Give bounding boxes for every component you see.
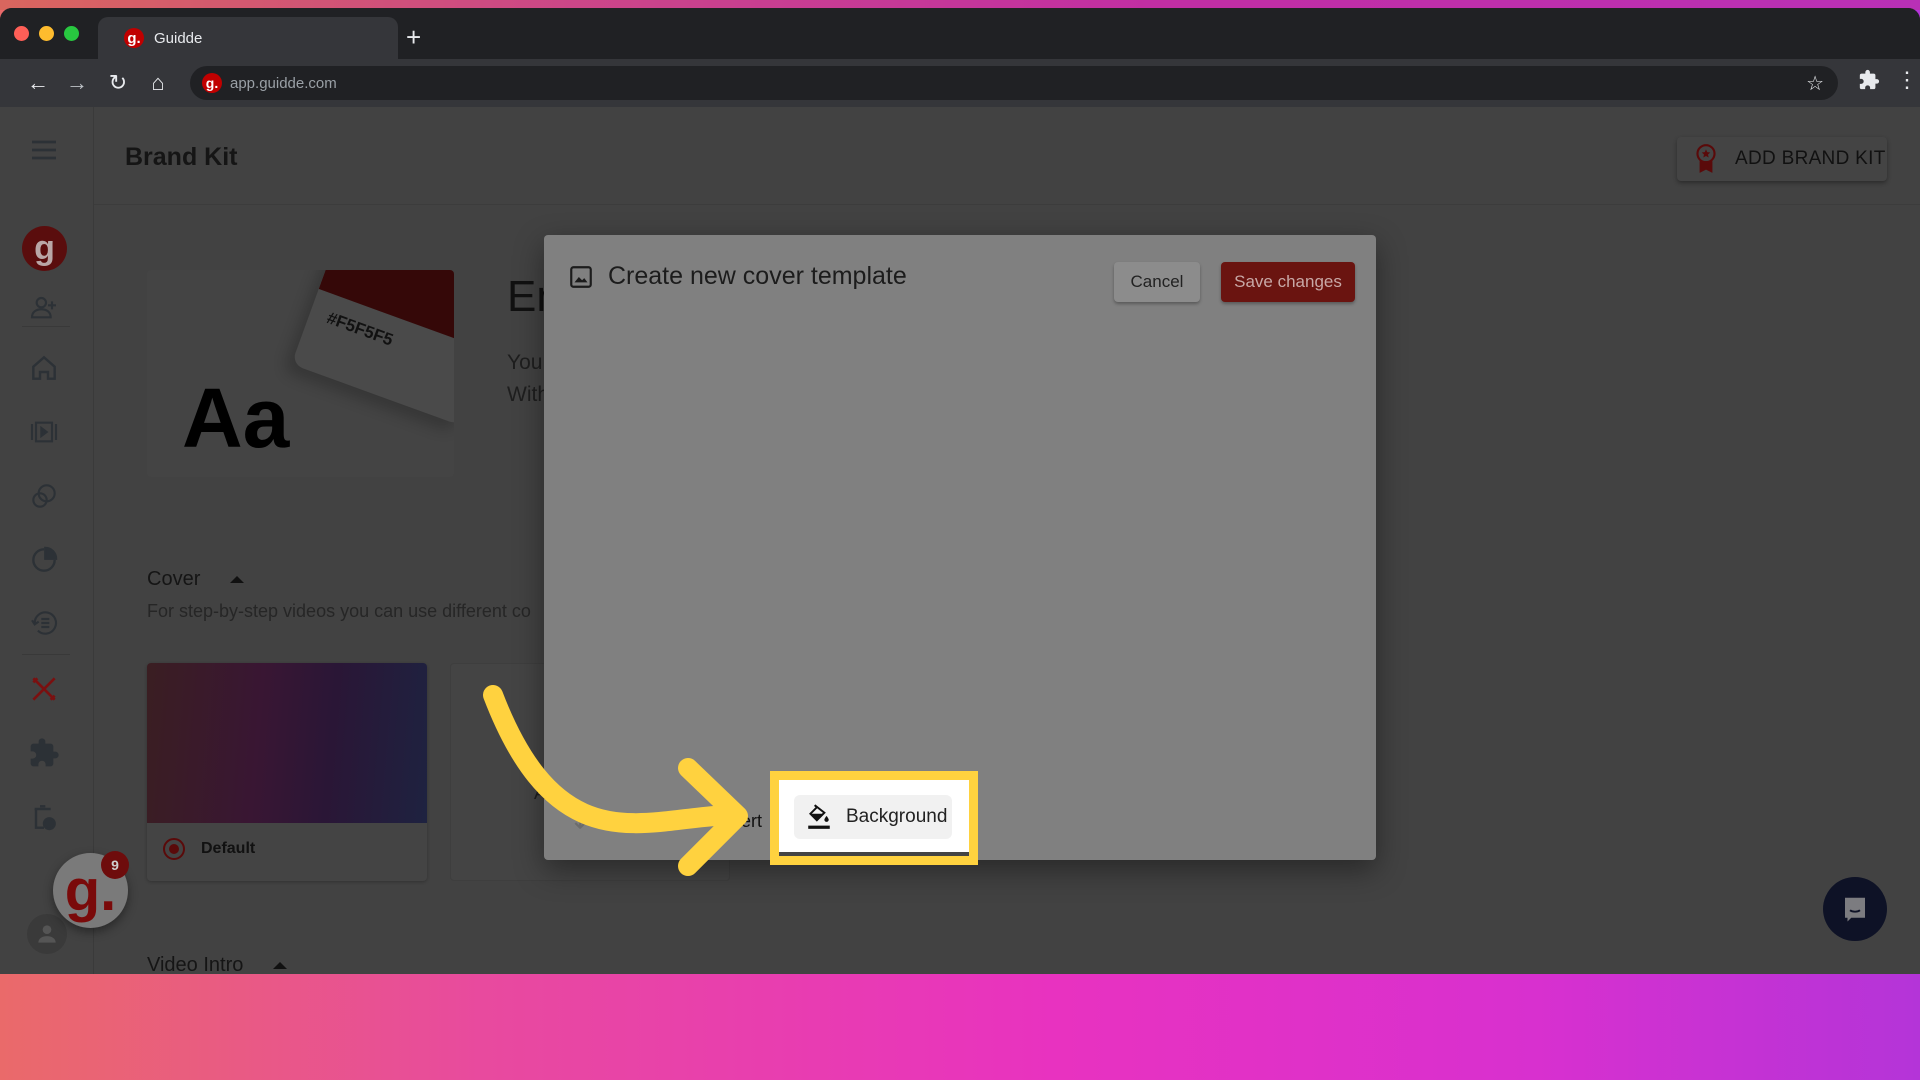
insert-button-partial[interactable]: sert <box>732 811 762 832</box>
back-icon[interactable]: ← <box>24 69 52 97</box>
cover-section-title: Cover <box>147 568 201 590</box>
background-button-label: Background <box>846 806 948 827</box>
close-window-button[interactable] <box>14 26 29 41</box>
save-changes-button[interactable]: Save changes <box>1221 262 1355 302</box>
browser-tab[interactable]: g. Guidde <box>98 17 398 59</box>
dialog-title: Create new cover template <box>608 262 907 290</box>
background-button[interactable]: Background <box>794 795 952 839</box>
sidebar-divider <box>22 326 70 327</box>
background-button-highlight: Background <box>770 771 978 865</box>
circles-icon[interactable] <box>22 474 66 518</box>
workspace-logo[interactable]: g <box>22 226 67 271</box>
header-divider <box>94 204 1920 205</box>
color-swatch: #F5F5F5 <box>291 270 454 426</box>
award-ribbon-icon <box>1696 144 1716 173</box>
cover-gradient-preview <box>147 663 427 823</box>
user-avatar[interactable] <box>27 914 67 954</box>
puzzle-icon[interactable] <box>22 731 66 775</box>
brand-preview-card: #F5F5F5 Aa <box>147 270 454 477</box>
brand-description-line: With <box>507 383 549 406</box>
video-intro-title: Video Intro <box>147 954 244 974</box>
video-intro-section-header[interactable]: Video Intro <box>147 954 288 974</box>
bookmark-star-icon[interactable]: ☆ <box>1806 71 1824 96</box>
person-add-icon[interactable] <box>22 286 66 330</box>
video-library-icon[interactable] <box>22 410 66 454</box>
collapse-caret-icon[interactable] <box>230 576 245 584</box>
extensions-puzzle-icon[interactable] <box>1858 69 1880 97</box>
browser-menu-icon[interactable]: ⋮ <box>1896 69 1918 91</box>
sidebar: g <box>0 107 94 974</box>
notification-badge: 9 <box>101 851 129 879</box>
underlying-text-partial: A <box>534 783 547 803</box>
guidde-favicon-icon: g. <box>124 28 144 48</box>
tab-strip: g. Guidde + <box>0 8 1920 59</box>
cover-card-default[interactable]: Default <box>147 663 427 881</box>
radio-dot <box>169 844 179 854</box>
cancel-button[interactable]: Cancel <box>1114 262 1200 302</box>
radio-selected[interactable] <box>163 838 185 860</box>
swatch-hex-label: #F5F5F5 <box>324 308 396 350</box>
new-tab-button[interactable]: + <box>406 24 421 50</box>
home-icon[interactable]: ⌂ <box>144 69 172 97</box>
tab-title: Guidde <box>154 29 203 47</box>
design-tools-icon[interactable] <box>22 667 66 711</box>
cover-option[interactable]: Default <box>163 838 255 860</box>
history-list-icon[interactable] <box>22 601 66 645</box>
maximize-window-button[interactable] <box>64 26 79 41</box>
dialog-header: Create new cover template <box>568 262 907 291</box>
add-brand-kit-label: ADD BRAND KIT <box>1735 148 1886 169</box>
undo-icon[interactable]: ↶ <box>574 810 596 841</box>
pie-chart-icon[interactable] <box>22 538 66 582</box>
trash-clock-icon[interactable] <box>22 795 66 839</box>
cover-section-header[interactable]: Cover <box>147 568 245 591</box>
image-icon <box>570 265 592 288</box>
minimize-window-button[interactable] <box>39 26 54 41</box>
brand-description: You With <box>507 347 549 411</box>
font-sample: Aa <box>182 371 290 465</box>
add-brand-kit-button[interactable]: ADD BRAND KIT <box>1677 137 1887 181</box>
url-text[interactable]: app.guidde.com <box>230 75 337 92</box>
paint-bucket-icon <box>808 804 830 829</box>
collapse-caret-icon[interactable] <box>273 962 288 970</box>
cover-section-description: For step-by-step videos you can use diff… <box>147 601 531 621</box>
chat-support-button[interactable] <box>1823 877 1887 941</box>
create-cover-template-dialog: A Create new cover template Cancel Save … <box>534 235 1376 860</box>
site-favicon-icon: g. <box>202 73 222 93</box>
brand-description-line: You <box>507 351 543 374</box>
hamburger-menu-icon[interactable] <box>22 128 66 172</box>
sidebar-divider <box>22 654 70 655</box>
address-bar[interactable]: g. app.guidde.com ☆ <box>190 66 1838 100</box>
browser-toolbar: ← → ↻ ⌂ g. app.guidde.com ☆ ⋮ <box>0 59 1920 107</box>
page-title: Brand Kit <box>125 143 238 171</box>
toolbar-underline <box>779 852 969 856</box>
cover-label: Default <box>201 840 256 857</box>
chat-icon <box>1845 897 1865 922</box>
home-icon[interactable] <box>22 346 66 390</box>
reload-icon[interactable]: ↻ <box>104 69 132 97</box>
forward-icon[interactable]: → <box>63 69 91 97</box>
